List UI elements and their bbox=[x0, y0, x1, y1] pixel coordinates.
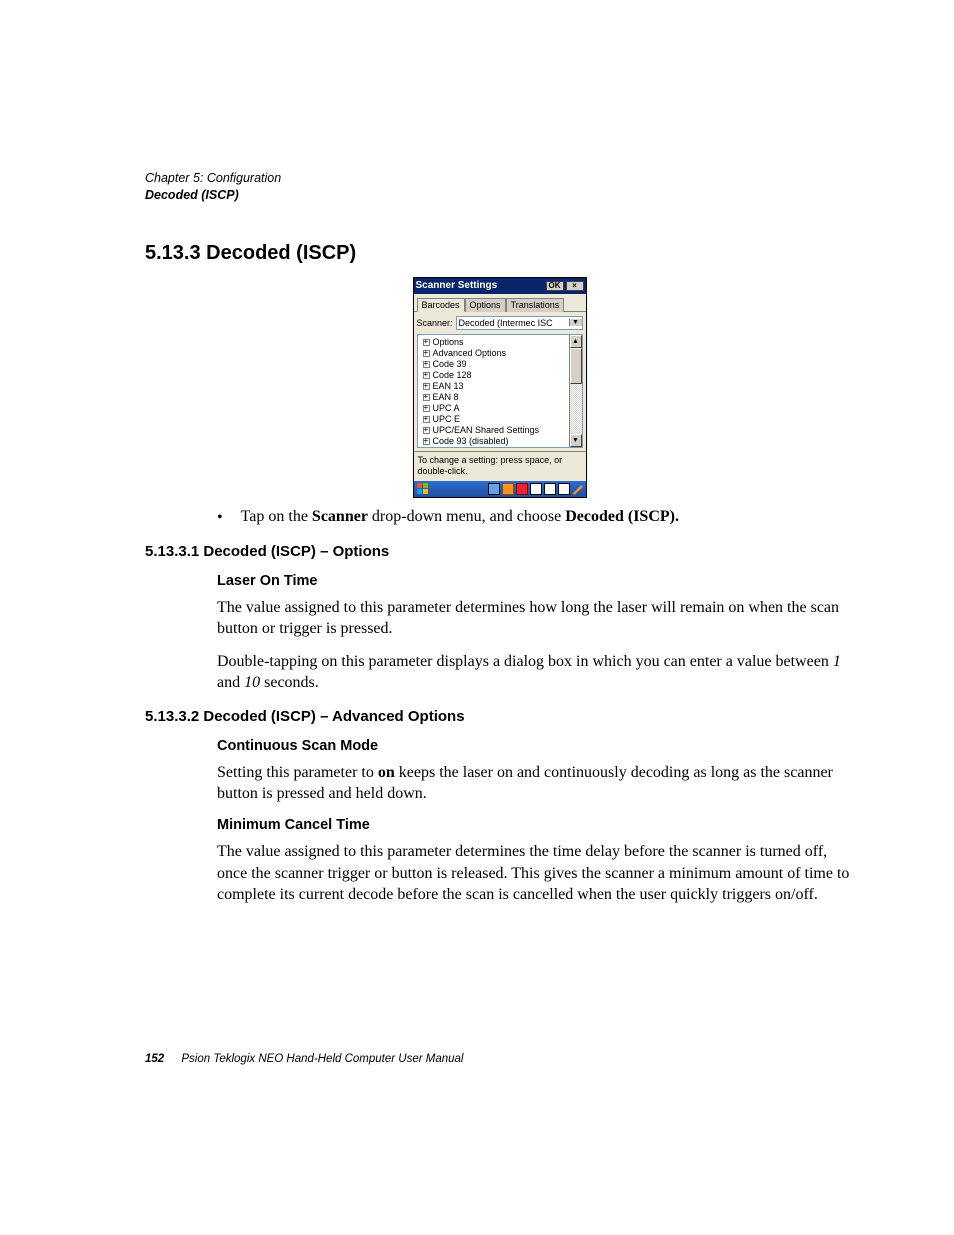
system-tray bbox=[488, 483, 584, 495]
section-heading: 5.13.3 Decoded (ISCP) bbox=[145, 242, 854, 265]
tree-item: +EAN 8 bbox=[420, 392, 567, 403]
tree-item: +Advanced Options bbox=[420, 348, 567, 359]
tree-items: +Options +Advanced Options +Code 39 +Cod… bbox=[418, 335, 569, 447]
close-button[interactable]: × bbox=[566, 281, 584, 291]
tray-icon[interactable] bbox=[530, 483, 542, 495]
dropdown-arrow-icon[interactable]: ▼ bbox=[569, 319, 582, 326]
tray-icon[interactable] bbox=[516, 483, 528, 495]
pen-icon[interactable] bbox=[572, 483, 584, 495]
scanner-dropdown[interactable]: Decoded (Intermec ISC ▼ bbox=[456, 316, 583, 330]
tree-item: +Code 128 bbox=[420, 370, 567, 381]
tree-item: +Options bbox=[420, 337, 567, 348]
bullet-item: • Tap on the Scanner drop-down menu, and… bbox=[217, 506, 854, 528]
running-head: Chapter 5: Configuration Decoded (ISCP) bbox=[145, 170, 854, 204]
paragraph: The value assigned to this parameter det… bbox=[217, 597, 854, 639]
bullet-text: Tap on the Scanner drop-down menu, and c… bbox=[241, 506, 679, 528]
tree-item: +Code 39 bbox=[420, 359, 567, 370]
page-footer: 152 Psion Teklogix NEO Hand-Held Compute… bbox=[145, 1053, 463, 1065]
footer-text: Psion Teklogix NEO Hand-Held Computer Us… bbox=[181, 1053, 463, 1065]
embedded-screenshot: Scanner Settings OK × Barcodes Options T… bbox=[145, 277, 854, 498]
param-heading: Minimum Cancel Time bbox=[217, 816, 854, 835]
paragraph: Double-tapping on this parameter display… bbox=[217, 651, 854, 693]
tray-icon[interactable] bbox=[488, 483, 500, 495]
param-heading: Laser On Time bbox=[217, 572, 854, 591]
window-title: Scanner Settings bbox=[416, 280, 498, 291]
section-line: Decoded (ISCP) bbox=[145, 187, 854, 204]
scroll-down-icon[interactable]: ▼ bbox=[570, 434, 582, 447]
chapter-line: Chapter 5: Configuration bbox=[145, 170, 854, 187]
scanner-label: Scanner: bbox=[417, 318, 453, 328]
paragraph: Setting this parameter to on keeps the l… bbox=[217, 762, 854, 804]
tab-translations[interactable]: Translations bbox=[506, 298, 565, 312]
taskbar bbox=[414, 481, 586, 497]
ok-button[interactable]: OK bbox=[546, 281, 564, 291]
scroll-thumb[interactable] bbox=[570, 348, 582, 384]
tree-view[interactable]: +Options +Advanced Options +Code 39 +Cod… bbox=[417, 334, 583, 448]
subsection-heading: 5.13.3.2 Decoded (ISCP) – Advanced Optio… bbox=[145, 707, 854, 727]
tray-icon[interactable] bbox=[558, 483, 570, 495]
page-number: 152 bbox=[145, 1053, 164, 1065]
hint-text: To change a setting: press space, or dou… bbox=[414, 451, 586, 481]
tree-item: +UPC/EAN Shared Settings bbox=[420, 425, 567, 436]
param-heading: Continuous Scan Mode bbox=[217, 737, 854, 756]
tab-barcodes[interactable]: Barcodes bbox=[417, 298, 465, 312]
scroll-track[interactable] bbox=[570, 384, 582, 434]
tray-icon[interactable] bbox=[544, 483, 556, 495]
scroll-up-icon[interactable]: ▲ bbox=[570, 335, 582, 348]
tree-item: +EAN 13 bbox=[420, 381, 567, 392]
tree-item: +UPC A bbox=[420, 403, 567, 414]
titlebar: Scanner Settings OK × bbox=[414, 278, 586, 294]
scanner-row: Scanner: Decoded (Intermec ISC ▼ bbox=[414, 312, 586, 334]
subsection-heading: 5.13.3.1 Decoded (ISCP) – Options bbox=[145, 542, 854, 562]
tab-options[interactable]: Options bbox=[465, 298, 506, 312]
scrollbar[interactable]: ▲ ▼ bbox=[569, 335, 582, 447]
paragraph: The value assigned to this parameter det… bbox=[217, 841, 854, 904]
bullet-icon: • bbox=[217, 506, 223, 528]
tree-item: +UPC E bbox=[420, 414, 567, 425]
scanner-value: Decoded (Intermec ISC bbox=[457, 318, 569, 328]
body-text: • Tap on the Scanner drop-down menu, and… bbox=[217, 506, 854, 905]
tree-item: +Code 93 (disabled) bbox=[420, 436, 567, 447]
tray-icon[interactable] bbox=[502, 483, 514, 495]
device-window: Scanner Settings OK × Barcodes Options T… bbox=[413, 277, 587, 498]
tab-strip: Barcodes Options Translations bbox=[414, 294, 586, 312]
start-icon[interactable] bbox=[416, 483, 430, 495]
